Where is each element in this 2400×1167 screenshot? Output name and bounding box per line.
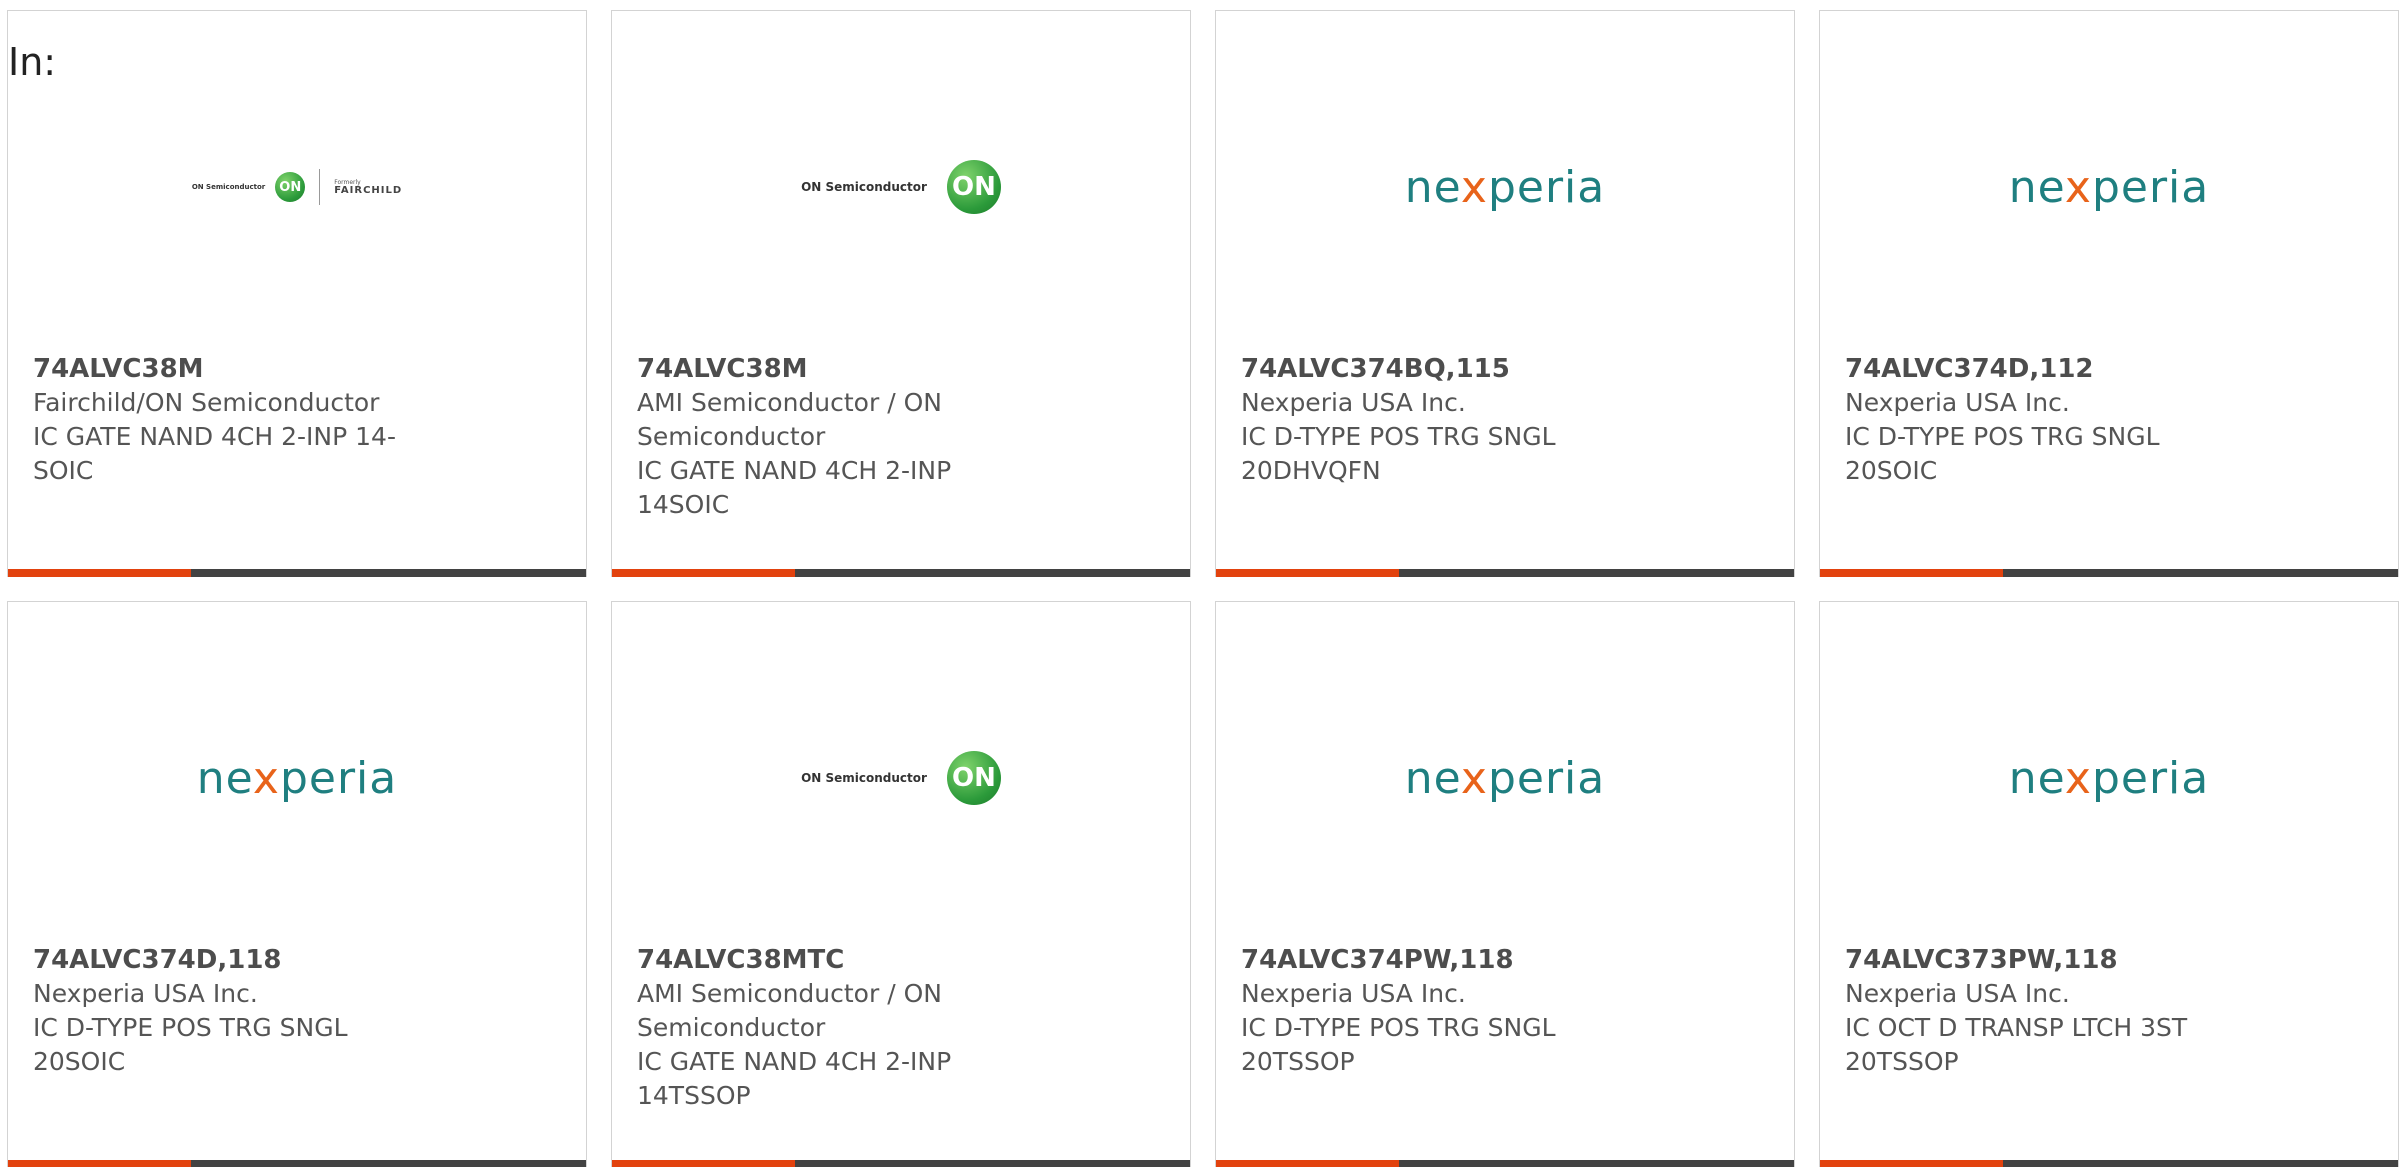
manufacturer-name: Fairchild/ON Semiconductor — [33, 388, 380, 417]
product-info: 74ALVC374D,112 Nexperia USA Inc. IC D-TY… — [1845, 352, 2245, 488]
on-circle-icon: ON — [946, 160, 1001, 214]
logo-text-part: peria — [279, 752, 398, 804]
logo-text-part: peria — [1487, 161, 1606, 213]
product-info: 74ALVC374D,118 Nexperia USA Inc. IC D-TY… — [33, 943, 433, 1079]
manufacturer-logo: nexperia — [1820, 141, 2398, 233]
on-semiconductor-logo: ON Semiconductor ON — [801, 160, 1001, 214]
product-description: IC D-TYPE POS TRG SNGL 20SOIC — [1845, 422, 2160, 485]
product-description: IC D-TYPE POS TRG SNGL 20DHVQFN — [1241, 422, 1556, 485]
card-accent-bar — [8, 569, 191, 577]
manufacturer-logo: nexperia — [1820, 732, 2398, 824]
manufacturer-logo: ON Semiconductor ON Formerly FAIRCHILD — [8, 141, 586, 233]
part-number[interactable]: 74ALVC374D,118 — [33, 943, 433, 977]
product-description: IC GATE NAND 4CH 2-INP 14-SOIC — [33, 422, 396, 485]
card-footer-bar — [1216, 1160, 1794, 1167]
card-footer-bar — [612, 1160, 1190, 1167]
product-card[interactable]: nexperia 74ALVC374BQ,115 Nexperia USA In… — [1215, 10, 1795, 577]
manufacturer-name: Nexperia USA Inc. — [1845, 979, 2070, 1008]
product-description: IC GATE NAND 4CH 2-INP 14TSSOP — [637, 1047, 952, 1110]
logo-text-x: x — [1460, 161, 1488, 213]
card-accent-bar — [1216, 569, 1399, 577]
nexperia-logo: nexperia — [197, 753, 398, 804]
card-footer-bar — [8, 1160, 586, 1167]
logo-text-x: x — [2064, 752, 2092, 804]
card-footer-bar — [612, 569, 1190, 577]
part-number[interactable]: 74ALVC38M — [637, 352, 1037, 386]
manufacturer-logo: ON Semiconductor ON — [612, 732, 1190, 824]
card-accent-bar — [1216, 1160, 1399, 1167]
card-accent-bar — [8, 1160, 191, 1167]
manufacturer-logo: nexperia — [1216, 141, 1794, 233]
product-card[interactable]: nexperia 74ALVC374D,118 Nexperia USA Inc… — [7, 601, 587, 1167]
logo-text-part: ne — [1404, 752, 1461, 804]
manufacturer-name: Nexperia USA Inc. — [1241, 979, 1466, 1008]
product-grid-page: In: ON Semiconductor ON Formerly FAIRCHI… — [0, 0, 2400, 1167]
card-accent-bar — [612, 1160, 795, 1167]
fairchild-logo: Formerly FAIRCHILD — [334, 179, 403, 196]
product-card[interactable]: nexperia 74ALVC373PW,118 Nexperia USA In… — [1819, 601, 2399, 1167]
logo-text-part: peria — [2091, 161, 2210, 213]
logo-text-part: ne — [1404, 161, 1461, 213]
product-info: 74ALVC373PW,118 Nexperia USA Inc. IC OCT… — [1845, 943, 2245, 1079]
logo-text-x: x — [2064, 161, 2092, 213]
part-number[interactable]: 74ALVC374D,112 — [1845, 352, 2245, 386]
logo-text-part: peria — [2091, 752, 2210, 804]
product-card[interactable]: nexperia 74ALVC374D,112 Nexperia USA Inc… — [1819, 10, 2399, 577]
part-number[interactable]: 74ALVC373PW,118 — [1845, 943, 2245, 977]
card-footer-bar — [1216, 569, 1794, 577]
product-card[interactable]: nexperia 74ALVC374PW,118 Nexperia USA In… — [1215, 601, 1795, 1167]
manufacturer-name: Nexperia USA Inc. — [33, 979, 258, 1008]
nexperia-logo: nexperia — [1405, 753, 1606, 804]
product-info: 74ALVC38M AMI Semiconductor / ON Semicon… — [637, 352, 1037, 522]
product-description: IC D-TYPE POS TRG SNGL 20TSSOP — [1241, 1013, 1556, 1076]
logo-divider — [319, 169, 321, 205]
product-info: 74ALVC374BQ,115 Nexperia USA Inc. IC D-T… — [1241, 352, 1641, 488]
product-description: IC OCT D TRANSP LTCH 3ST 20TSSOP — [1845, 1013, 2188, 1076]
manufacturer-logo: nexperia — [8, 732, 586, 824]
card-footer-bar — [8, 569, 586, 577]
logo-text-x: x — [1460, 752, 1488, 804]
fairchild-text: FAIRCHILD — [334, 185, 403, 196]
on-logo-text: ON Semiconductor — [191, 183, 266, 191]
on-semiconductor-logo: ON Semiconductor ON — [801, 751, 1001, 805]
product-description: IC GATE NAND 4CH 2-INP 14SOIC — [637, 456, 952, 519]
product-info: 74ALVC38M Fairchild/ON Semiconductor IC … — [33, 352, 433, 488]
product-card[interactable]: ON Semiconductor ON Formerly FAIRCHILD 7… — [7, 10, 587, 577]
on-circle-icon: ON — [275, 172, 306, 202]
in-label: In: — [8, 40, 57, 84]
manufacturer-name: Nexperia USA Inc. — [1845, 388, 2070, 417]
card-footer-bar — [1820, 569, 2398, 577]
part-number[interactable]: 74ALVC374BQ,115 — [1241, 352, 1641, 386]
product-grid: ON Semiconductor ON Formerly FAIRCHILD 7… — [7, 10, 2399, 1167]
on-logo-text: ON Semiconductor — [801, 180, 927, 194]
logo-text-part: ne — [196, 752, 253, 804]
manufacturer-name: AMI Semiconductor / ON Semiconductor — [637, 979, 942, 1042]
card-accent-bar — [1820, 1160, 2003, 1167]
logo-text-part: ne — [2008, 752, 2065, 804]
card-accent-bar — [612, 569, 795, 577]
on-logo-text: ON Semiconductor — [801, 771, 927, 785]
card-footer-bar — [1820, 1160, 2398, 1167]
nexperia-logo: nexperia — [2009, 753, 2210, 804]
part-number[interactable]: 74ALVC374PW,118 — [1241, 943, 1641, 977]
nexperia-logo: nexperia — [1405, 162, 1606, 213]
logo-text-x: x — [252, 752, 280, 804]
card-accent-bar — [1820, 569, 2003, 577]
logo-text-part: peria — [1487, 752, 1606, 804]
part-number[interactable]: 74ALVC38M — [33, 352, 433, 386]
manufacturer-name: AMI Semiconductor / ON Semiconductor — [637, 388, 942, 451]
manufacturer-logo: nexperia — [1216, 732, 1794, 824]
product-card[interactable]: ON Semiconductor ON 74ALVC38M AMI Semico… — [611, 10, 1191, 577]
on-circle-icon: ON — [946, 751, 1001, 805]
logo-text-part: ne — [2008, 161, 2065, 213]
product-card[interactable]: ON Semiconductor ON 74ALVC38MTC AMI Semi… — [611, 601, 1191, 1167]
product-info: 74ALVC374PW,118 Nexperia USA Inc. IC D-T… — [1241, 943, 1641, 1079]
on-fairchild-logo: ON Semiconductor ON Formerly FAIRCHILD — [192, 169, 402, 205]
manufacturer-name: Nexperia USA Inc. — [1241, 388, 1466, 417]
manufacturer-logo: ON Semiconductor ON — [612, 141, 1190, 233]
product-description: IC D-TYPE POS TRG SNGL 20SOIC — [33, 1013, 348, 1076]
product-info: 74ALVC38MTC AMI Semiconductor / ON Semic… — [637, 943, 1037, 1113]
nexperia-logo: nexperia — [2009, 162, 2210, 213]
part-number[interactable]: 74ALVC38MTC — [637, 943, 1037, 977]
